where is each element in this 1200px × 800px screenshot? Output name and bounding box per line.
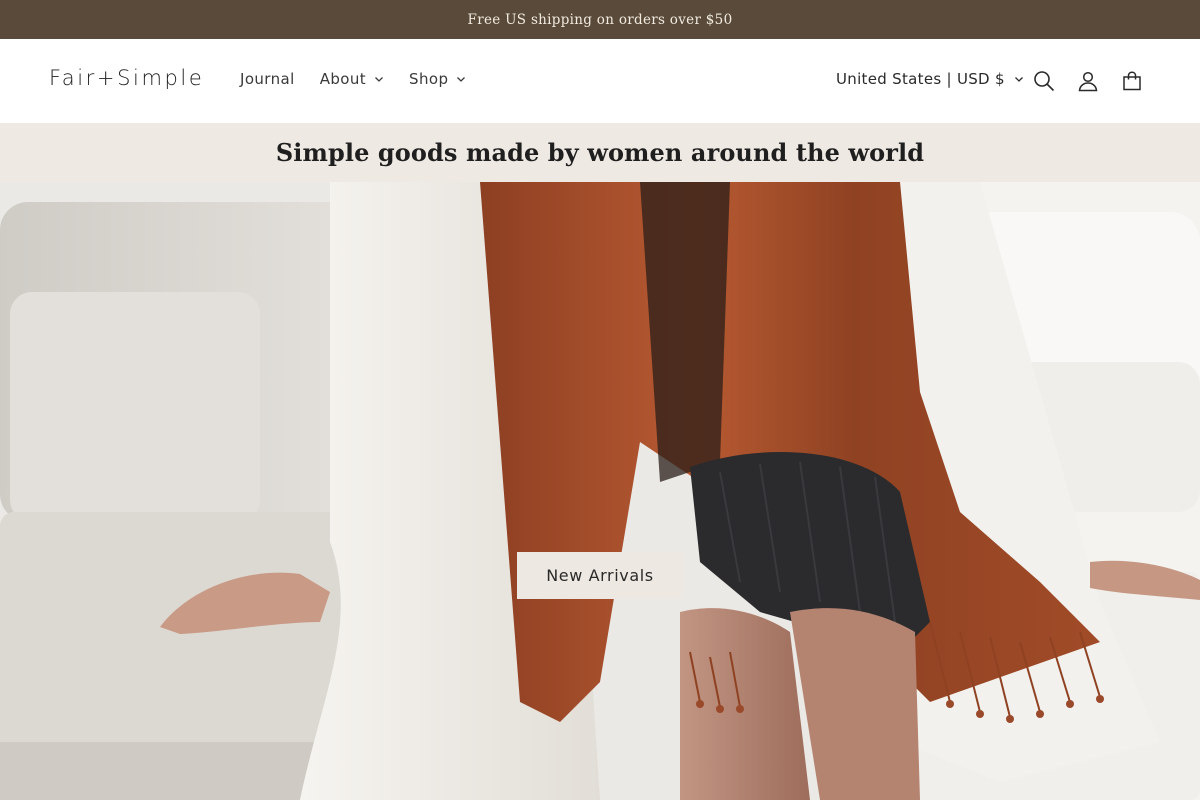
- nav-item-journal[interactable]: Journal: [240, 70, 295, 88]
- logo[interactable]: Fair+Simple: [49, 66, 204, 90]
- nav-item-about[interactable]: About: [320, 70, 384, 88]
- cart-icon: [1121, 70, 1143, 92]
- search-icon: [1033, 70, 1055, 92]
- cart-button[interactable]: [1120, 69, 1144, 93]
- main-nav: Journal About Shop: [240, 70, 491, 88]
- nav-item-label: Shop: [409, 70, 449, 88]
- nav-item-label: Journal: [240, 70, 295, 88]
- announcement-bar: Free US shipping on orders over $50: [0, 0, 1200, 39]
- account-icon: [1077, 70, 1099, 92]
- nav-item-shop[interactable]: Shop: [409, 70, 466, 88]
- account-button[interactable]: [1076, 69, 1100, 93]
- nav-item-label: About: [319, 70, 367, 88]
- new-arrivals-button[interactable]: New Arrivals: [517, 552, 683, 599]
- hero-banner: New Arrivals: [0, 182, 1200, 800]
- chevron-down-icon: [374, 74, 384, 84]
- tagline-bar: Simple goods made by women around the wo…: [0, 123, 1200, 182]
- hero-image: [0, 182, 1200, 800]
- search-button[interactable]: [1032, 69, 1056, 93]
- tagline-heading: Simple goods made by women around the wo…: [275, 138, 925, 167]
- chevron-down-icon: [1014, 74, 1024, 84]
- country-currency-label: United States | USD $: [836, 70, 1005, 88]
- site-header: Fair+Simple Journal About Shop United St…: [0, 39, 1200, 123]
- announcement-text: Free US shipping on orders over $50: [467, 11, 733, 28]
- country-currency-selector[interactable]: United States | USD $: [836, 70, 1024, 88]
- chevron-down-icon: [456, 74, 466, 84]
- button-label: New Arrivals: [546, 566, 654, 585]
